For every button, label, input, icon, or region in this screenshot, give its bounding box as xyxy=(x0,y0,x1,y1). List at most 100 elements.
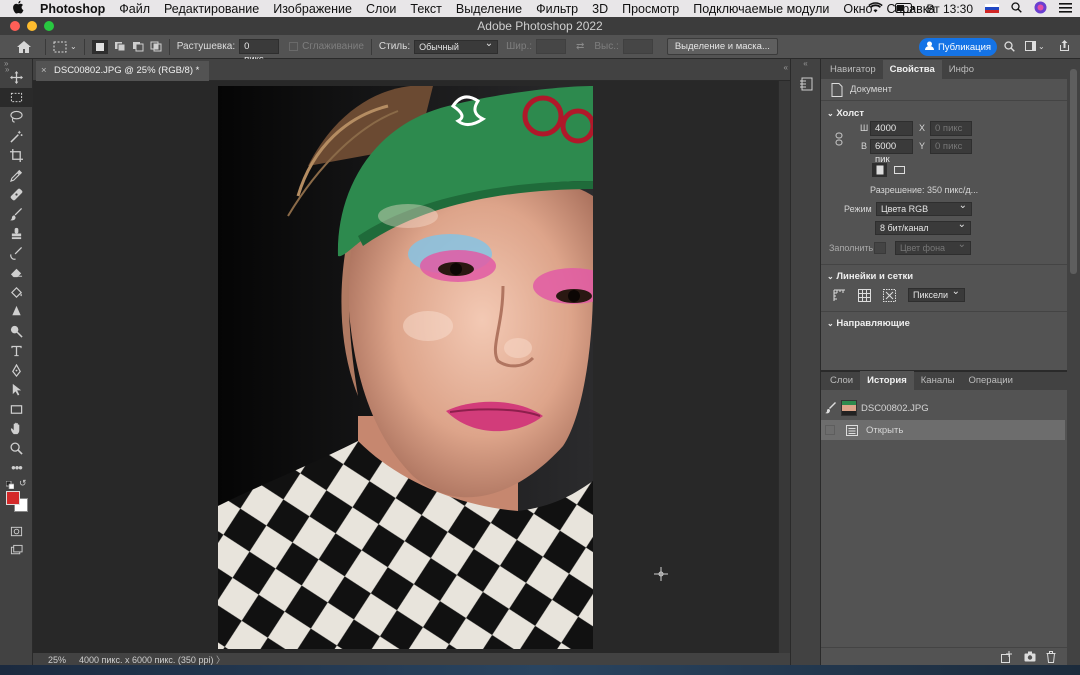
feather-input[interactable]: 0 пикс. xyxy=(239,39,280,65)
swap-dimensions-icon[interactable]: ⇄ xyxy=(576,41,584,52)
canvas-y-input[interactable]: 0 пикс xyxy=(930,139,972,154)
canvas-x-input[interactable]: 0 пикс xyxy=(930,121,972,136)
portrait-orientation-icon[interactable] xyxy=(872,163,887,177)
tab-info[interactable]: Инфо xyxy=(942,60,981,79)
history-state-source-box[interactable] xyxy=(825,425,835,435)
ruler-icon[interactable] xyxy=(833,289,846,302)
style-select[interactable]: Обычный xyxy=(414,38,499,54)
strip-collapse-icon[interactable]: « xyxy=(791,59,820,71)
pen-tool-icon[interactable] xyxy=(0,361,33,381)
subtract-from-selection-icon[interactable] xyxy=(132,41,144,52)
wifi-icon[interactable] xyxy=(867,1,883,16)
history-brush-tool-icon[interactable] xyxy=(0,244,33,264)
grid-icon[interactable] xyxy=(858,288,871,302)
menu-view[interactable]: Просмотр xyxy=(622,2,679,16)
apple-icon[interactable] xyxy=(12,0,28,17)
tab-layers[interactable]: Слои xyxy=(823,371,860,390)
antialias-checkbox[interactable] xyxy=(289,42,299,51)
width-input[interactable] xyxy=(536,39,566,54)
canvas-height-input[interactable]: 6000 пик xyxy=(870,139,913,165)
menu-image[interactable]: Изображение xyxy=(273,2,352,16)
history-source-brush-icon[interactable] xyxy=(825,402,837,414)
tabbar-expand-icon[interactable]: » xyxy=(5,65,9,74)
tab-actions[interactable]: Операции xyxy=(961,371,1019,390)
foreground-color-swatch[interactable] xyxy=(6,490,20,505)
history-panel-icon[interactable] xyxy=(791,77,820,91)
magic-wand-tool-icon[interactable] xyxy=(0,127,33,147)
edit-toolbar-icon[interactable]: ••• xyxy=(0,458,33,478)
panel-scrollbar[interactable] xyxy=(1067,59,1080,665)
fill-select[interactable]: Цвет фона xyxy=(895,239,971,255)
rulers-grids-section-header[interactable]: ⌄ Линейки и сетки xyxy=(821,270,1067,284)
eraser-tool-icon[interactable] xyxy=(0,263,33,283)
hand-tool-icon[interactable] xyxy=(0,419,33,439)
close-tab-icon[interactable]: × xyxy=(41,61,47,81)
history-snapshot[interactable]: DSC00802.JPG xyxy=(821,396,1067,420)
clone-stamp-tool-icon[interactable] xyxy=(0,224,33,244)
blur-tool-icon[interactable] xyxy=(0,302,33,322)
screen-mode-icon[interactable] xyxy=(0,541,33,561)
workspace-icon[interactable]: ⌄ xyxy=(1025,41,1045,51)
add-to-selection-icon[interactable] xyxy=(114,41,126,52)
tab-channels[interactable]: Каналы xyxy=(914,371,962,390)
crop-tool-icon[interactable] xyxy=(0,146,33,166)
menu-layer[interactable]: Слои xyxy=(366,2,396,16)
menu-plugins[interactable]: Подключаемые модули xyxy=(693,2,829,16)
control-center-icon[interactable] xyxy=(1059,2,1072,16)
paint-bucket-tool-icon[interactable] xyxy=(0,283,33,303)
menu-filter[interactable]: Фильтр xyxy=(536,2,578,16)
rect-marquee-tool-icon[interactable] xyxy=(0,87,33,107)
home-icon[interactable] xyxy=(17,40,31,53)
tab-history[interactable]: История xyxy=(860,371,914,390)
minimize-window-button[interactable] xyxy=(27,21,37,31)
menu-3d[interactable]: 3D xyxy=(592,2,608,16)
guides-section-header[interactable]: ⌄ Направляющие xyxy=(821,317,1067,331)
portrait-photo[interactable] xyxy=(218,86,593,649)
clock[interactable]: Вт 13:30 xyxy=(927,2,973,16)
guides-grid-icon[interactable] xyxy=(883,288,896,302)
color-mode-select[interactable]: Цвета RGB xyxy=(876,200,972,216)
document-tab[interactable]: × DSC00802.JPG @ 25% (RGB/8) * xyxy=(36,61,210,81)
canvas-vertical-scrollbar[interactable] xyxy=(778,81,790,653)
close-window-button[interactable] xyxy=(10,21,20,31)
type-tool-icon[interactable] xyxy=(0,341,33,361)
tab-properties[interactable]: Свойства xyxy=(882,60,942,79)
landscape-orientation-icon[interactable] xyxy=(892,163,907,177)
menu-type[interactable]: Текст xyxy=(410,2,441,16)
siri-icon[interactable] xyxy=(1034,1,1047,17)
menu-edit[interactable]: Редактирование xyxy=(164,2,259,16)
app-menu-photoshop[interactable]: Photoshop xyxy=(40,2,105,16)
bit-depth-select[interactable]: 8 бит/канал xyxy=(875,219,971,235)
quick-mask-icon[interactable] xyxy=(0,522,33,542)
canvas-width-input[interactable]: 4000 пик xyxy=(870,121,913,147)
publish-button[interactable]: Публикация xyxy=(919,38,997,56)
fill-color-swatch[interactable] xyxy=(874,242,886,254)
link-dimensions-icon[interactable] xyxy=(835,132,843,148)
new-selection-icon[interactable] xyxy=(91,39,108,54)
path-selection-tool-icon[interactable] xyxy=(0,380,33,400)
share-icon[interactable] xyxy=(1059,40,1070,55)
zoom-window-button[interactable] xyxy=(44,21,54,31)
search-icon[interactable] xyxy=(1004,41,1015,55)
eyedropper-tool-icon[interactable] xyxy=(0,166,33,186)
tab-navigator[interactable]: Навигатор xyxy=(823,60,883,79)
new-document-from-state-icon[interactable] xyxy=(1001,651,1013,666)
height-input[interactable] xyxy=(622,39,653,54)
rectangle-tool-icon[interactable] xyxy=(0,400,33,420)
battery-icon[interactable] xyxy=(894,2,915,16)
panel-scrollbar-thumb[interactable] xyxy=(1070,69,1077,274)
menu-select[interactable]: Выделение xyxy=(456,2,522,16)
delete-state-icon[interactable] xyxy=(1046,651,1056,666)
canvas-area[interactable] xyxy=(33,81,778,653)
rect-marquee-preset-icon[interactable]: ⌄ xyxy=(53,41,77,53)
history-state-open[interactable]: Открыть xyxy=(821,420,1065,440)
canvas-section-header[interactable]: ⌄ Холст xyxy=(821,107,1067,121)
status-menu-icon[interactable]: 〉 xyxy=(216,655,225,665)
intersect-selection-icon[interactable] xyxy=(150,41,162,52)
brush-tool-icon[interactable] xyxy=(0,205,33,225)
ruler-units-select[interactable]: Пиксели xyxy=(908,286,965,302)
zoom-tool-icon[interactable] xyxy=(0,439,33,459)
dodge-tool-icon[interactable] xyxy=(0,322,33,342)
lasso-tool-icon[interactable] xyxy=(0,107,33,127)
panel-collapse-icon[interactable]: « xyxy=(784,63,788,72)
